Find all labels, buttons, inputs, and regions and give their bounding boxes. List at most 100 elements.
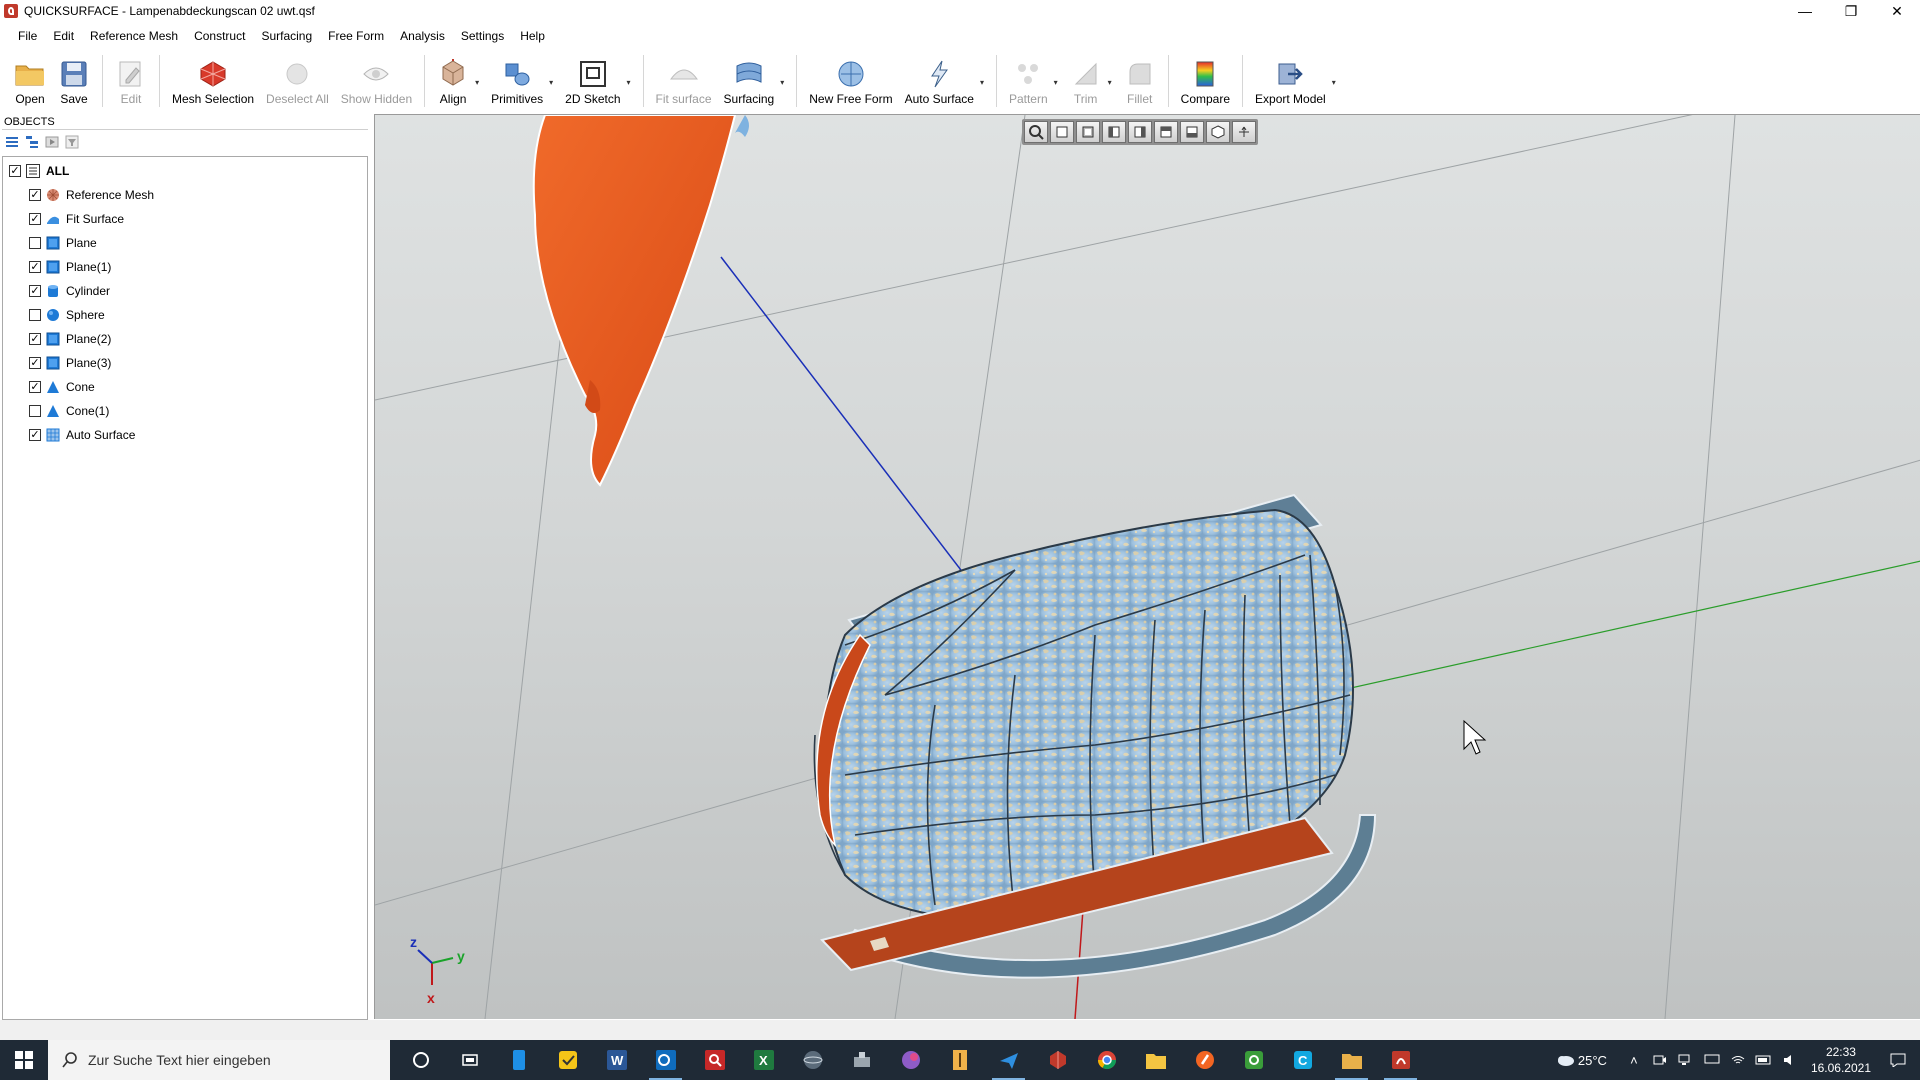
save-button[interactable]: Save xyxy=(58,50,90,112)
tree-item[interactable]: Cone(1) xyxy=(29,401,109,421)
left-view-icon[interactable] xyxy=(1102,121,1126,143)
surfacing-button[interactable]: Surfacing ▾ xyxy=(724,50,784,112)
auto-surface-button[interactable]: Auto Surface ▾ xyxy=(905,50,984,112)
app-gem-icon[interactable] xyxy=(1033,1040,1082,1080)
app-globe-icon[interactable] xyxy=(788,1040,837,1080)
compare-button[interactable]: Compare xyxy=(1181,50,1230,112)
tree-item[interactable]: ✓ Auto Surface xyxy=(29,425,135,445)
menu-construct[interactable]: Construct xyxy=(186,29,253,43)
chevron-up-icon[interactable]: ˄ xyxy=(1624,1052,1644,1068)
new-free-form-button[interactable]: New Free Form xyxy=(809,50,893,112)
app-orange-tile-icon[interactable] xyxy=(935,1040,984,1080)
wifi-icon[interactable] xyxy=(1728,1052,1748,1068)
tree-item[interactable]: Sphere xyxy=(29,305,105,325)
meet-icon[interactable] xyxy=(1650,1052,1670,1068)
visibility-checkbox[interactable] xyxy=(29,405,41,417)
excel-icon[interactable]: X xyxy=(739,1040,788,1080)
axes-view-icon[interactable] xyxy=(1232,121,1256,143)
top-view-icon[interactable] xyxy=(1154,121,1178,143)
visibility-checkbox[interactable]: ✓ xyxy=(29,381,41,393)
notifications-icon[interactable] xyxy=(1888,1052,1908,1068)
deselect-all-button[interactable]: Deselect All xyxy=(266,50,329,112)
primitives-button[interactable]: Primitives ▾ xyxy=(491,50,553,112)
app-red-search-icon[interactable] xyxy=(690,1040,739,1080)
app-green-icon[interactable] xyxy=(1229,1040,1278,1080)
cortana-icon[interactable] xyxy=(396,1040,445,1080)
menu-free-form[interactable]: Free Form xyxy=(320,29,392,43)
word-icon[interactable]: W xyxy=(592,1040,641,1080)
edit-button[interactable]: Edit xyxy=(115,50,147,112)
show-hidden-button[interactable]: Show Hidden xyxy=(341,50,412,112)
volume-icon[interactable] xyxy=(1780,1052,1800,1068)
trim-button[interactable]: Trim ▾ xyxy=(1070,50,1112,112)
right-view-icon[interactable] xyxy=(1128,121,1152,143)
outlook-icon[interactable] xyxy=(641,1040,690,1080)
filter-icon[interactable] xyxy=(64,134,80,150)
tree-item[interactable]: ✓ Plane(1) xyxy=(29,257,111,277)
app-plane-icon[interactable] xyxy=(984,1040,1033,1080)
visibility-checkbox[interactable]: ✓ xyxy=(29,213,41,225)
restore-button[interactable]: ❐ xyxy=(1828,0,1874,22)
tree-view-icon[interactable] xyxy=(24,134,40,150)
3d-viewport[interactable]: x y z xyxy=(374,114,1920,1019)
tree-item[interactable]: ✓ Cone xyxy=(29,377,95,397)
display-icon[interactable] xyxy=(1702,1052,1722,1068)
chevron-down-icon[interactable]: ▾ xyxy=(980,78,984,87)
visibility-checkbox[interactable] xyxy=(29,309,41,321)
chevron-down-icon[interactable]: ▾ xyxy=(627,78,631,87)
tree-item[interactable]: ✓ Plane(2) xyxy=(29,329,111,349)
visibility-checkbox[interactable]: ✓ xyxy=(29,285,41,297)
zoom-fit-icon[interactable] xyxy=(1024,121,1048,143)
visibility-checkbox[interactable]: ✓ xyxy=(29,261,41,273)
chevron-down-icon[interactable]: ▾ xyxy=(1108,78,1112,87)
chevron-down-icon[interactable]: ▾ xyxy=(1332,78,1336,87)
checkbox[interactable]: ✓ xyxy=(9,165,21,177)
tree-item[interactable]: ✓ Fit Surface xyxy=(29,209,124,229)
bottom-view-icon[interactable] xyxy=(1180,121,1204,143)
iso-view-icon[interactable] xyxy=(1206,121,1230,143)
app-cyan-c-icon[interactable]: C xyxy=(1278,1040,1327,1080)
fillet-button[interactable]: Fillet xyxy=(1124,50,1156,112)
export-model-button[interactable]: Export Model ▾ xyxy=(1255,50,1336,112)
taskbar-clock[interactable]: 22:33 16.06.2021 xyxy=(1811,1044,1871,1076)
menu-settings[interactable]: Settings xyxy=(453,29,512,43)
chevron-down-icon[interactable]: ▾ xyxy=(780,78,784,87)
menu-reference-mesh[interactable]: Reference Mesh xyxy=(82,29,186,43)
minimize-button[interactable]: — xyxy=(1782,0,1828,22)
visibility-checkbox[interactable]: ✓ xyxy=(29,357,41,369)
app-purple-icon[interactable] xyxy=(886,1040,935,1080)
list-view-icon[interactable] xyxy=(4,134,20,150)
menu-help[interactable]: Help xyxy=(512,29,553,43)
play-icon[interactable] xyxy=(44,134,60,150)
sketch-2d-button[interactable]: 2D Sketch ▾ xyxy=(565,50,631,112)
tree-item[interactable]: Plane xyxy=(29,233,97,253)
tree-item[interactable]: ✓ Plane(3) xyxy=(29,353,111,373)
close-button[interactable]: ✕ xyxy=(1874,0,1920,22)
chevron-down-icon[interactable]: ▾ xyxy=(475,78,479,87)
tree-item[interactable]: ✓ Cylinder xyxy=(29,281,110,301)
fit-surface-button[interactable]: Fit surface xyxy=(656,50,712,112)
visibility-checkbox[interactable] xyxy=(29,237,41,249)
pattern-button[interactable]: Pattern ▾ xyxy=(1009,50,1058,112)
mesh-selection-button[interactable]: Mesh Selection xyxy=(172,50,254,112)
tree-item[interactable]: ✓ Reference Mesh xyxy=(29,185,154,205)
align-button[interactable]: Align ▾ xyxy=(437,50,479,112)
app-tools-icon[interactable] xyxy=(837,1040,886,1080)
app-orange-circle-icon[interactable] xyxy=(1180,1040,1229,1080)
quicksurface-taskbar-icon[interactable] xyxy=(1376,1040,1425,1080)
chevron-down-icon[interactable]: ▾ xyxy=(549,78,553,87)
open-button[interactable]: Open xyxy=(14,50,46,112)
visibility-checkbox[interactable]: ✓ xyxy=(29,333,41,345)
task-view-icon[interactable] xyxy=(445,1040,494,1080)
tree-item-all[interactable]: ✓ ALL xyxy=(9,161,69,181)
menu-analysis[interactable]: Analysis xyxy=(392,29,453,43)
weather-cloud-icon[interactable] xyxy=(1555,1052,1575,1068)
back-view-icon[interactable] xyxy=(1076,121,1100,143)
windows-start-icon[interactable] xyxy=(0,1040,48,1080)
front-view-icon[interactable] xyxy=(1050,121,1074,143)
visibility-checkbox[interactable]: ✓ xyxy=(29,429,41,441)
menu-surfacing[interactable]: Surfacing xyxy=(253,29,320,43)
chrome-icon[interactable] xyxy=(1082,1040,1131,1080)
taskbar-search-box[interactable]: Zur Suche Text hier eingeben xyxy=(48,1040,390,1080)
folder-icon[interactable] xyxy=(1327,1040,1376,1080)
